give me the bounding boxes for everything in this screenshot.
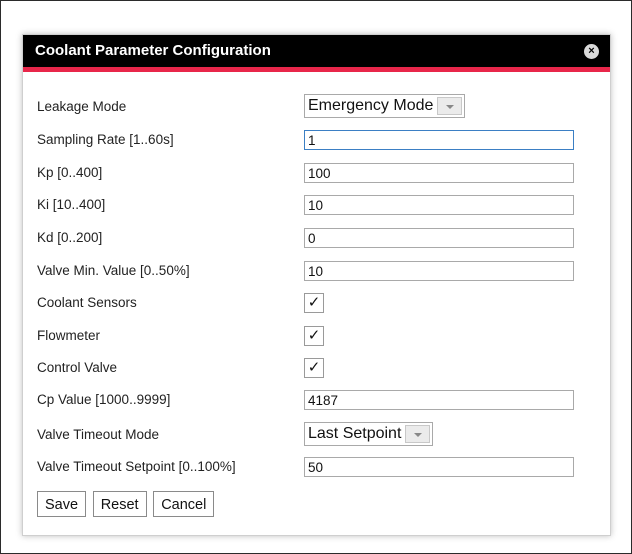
leakage-mode-label: Leakage Mode [37, 99, 127, 114]
dialog-title: Coolant Parameter Configuration [35, 42, 271, 59]
row-flowmeter: Flowmeter ✓ [37, 325, 597, 347]
row-valve-timeout-mode: Valve Timeout Mode Last Setpoint [37, 422, 597, 446]
sampling-rate-input[interactable] [304, 130, 574, 150]
row-ki: Ki [10..400] [37, 194, 597, 216]
kd-label: Kd [0..200] [37, 230, 103, 245]
flowmeter-checkbox[interactable]: ✓ [304, 326, 324, 346]
ki-label: Ki [10..400] [37, 197, 106, 212]
row-coolant-sensors: Coolant Sensors ✓ [37, 292, 597, 314]
cancel-button[interactable]: Cancel [153, 491, 215, 517]
valve-min-input[interactable] [304, 261, 574, 281]
row-sampling-rate: Sampling Rate [1..60s] [37, 129, 597, 151]
kd-input[interactable] [304, 228, 574, 248]
row-kp: Kp [0..400] [37, 162, 597, 184]
row-kd: Kd [0..200] [37, 227, 597, 249]
coolant-sensors-label: Coolant Sensors [37, 295, 137, 310]
button-bar: Save Reset Cancel [37, 491, 217, 517]
kp-input[interactable] [304, 163, 574, 183]
cp-value-input[interactable] [304, 390, 574, 410]
chevron-down-icon[interactable] [437, 97, 463, 115]
row-valve-min: Valve Min. Value [0..50%] [37, 260, 597, 282]
row-cp-value: Cp Value [1000..9999] [37, 389, 597, 411]
save-button[interactable]: Save [37, 491, 87, 517]
sampling-rate-label: Sampling Rate [1..60s] [37, 132, 174, 147]
close-icon[interactable]: × [584, 44, 599, 59]
coolant-sensors-checkbox[interactable]: ✓ [304, 293, 324, 313]
control-valve-label: Control Valve [37, 360, 118, 375]
flowmeter-label: Flowmeter [37, 328, 101, 343]
valve-timeout-mode-value: Last Setpoint [308, 425, 402, 442]
control-valve-checkbox[interactable]: ✓ [304, 358, 324, 378]
valve-timeout-mode-label: Valve Timeout Mode [37, 427, 160, 442]
cp-value-label: Cp Value [1000..9999] [37, 392, 171, 407]
leakage-mode-value: Emergency Mode [308, 97, 434, 114]
leakage-mode-select[interactable]: Emergency Mode [304, 94, 466, 118]
chevron-down-icon[interactable] [405, 425, 431, 443]
row-valve-timeout-setpoint: Valve Timeout Setpoint [0..100%] [37, 456, 597, 478]
valve-timeout-mode-select[interactable]: Last Setpoint [304, 422, 434, 446]
kp-label: Kp [0..400] [37, 165, 103, 180]
valve-min-label: Valve Min. Value [0..50%] [37, 263, 190, 278]
reset-button[interactable]: Reset [92, 491, 147, 517]
dialog-titlebar: Coolant Parameter Configuration × [23, 35, 610, 72]
row-leakage-mode: Leakage Mode Emergency Mode [37, 94, 597, 118]
valve-timeout-setpoint-label: Valve Timeout Setpoint [0..100%] [37, 459, 236, 474]
valve-timeout-setpoint-input[interactable] [304, 457, 574, 477]
ki-input[interactable] [304, 195, 574, 215]
row-control-valve: Control Valve ✓ [37, 357, 597, 379]
coolant-config-dialog: Coolant Parameter Configuration × Leakag… [22, 34, 611, 536]
